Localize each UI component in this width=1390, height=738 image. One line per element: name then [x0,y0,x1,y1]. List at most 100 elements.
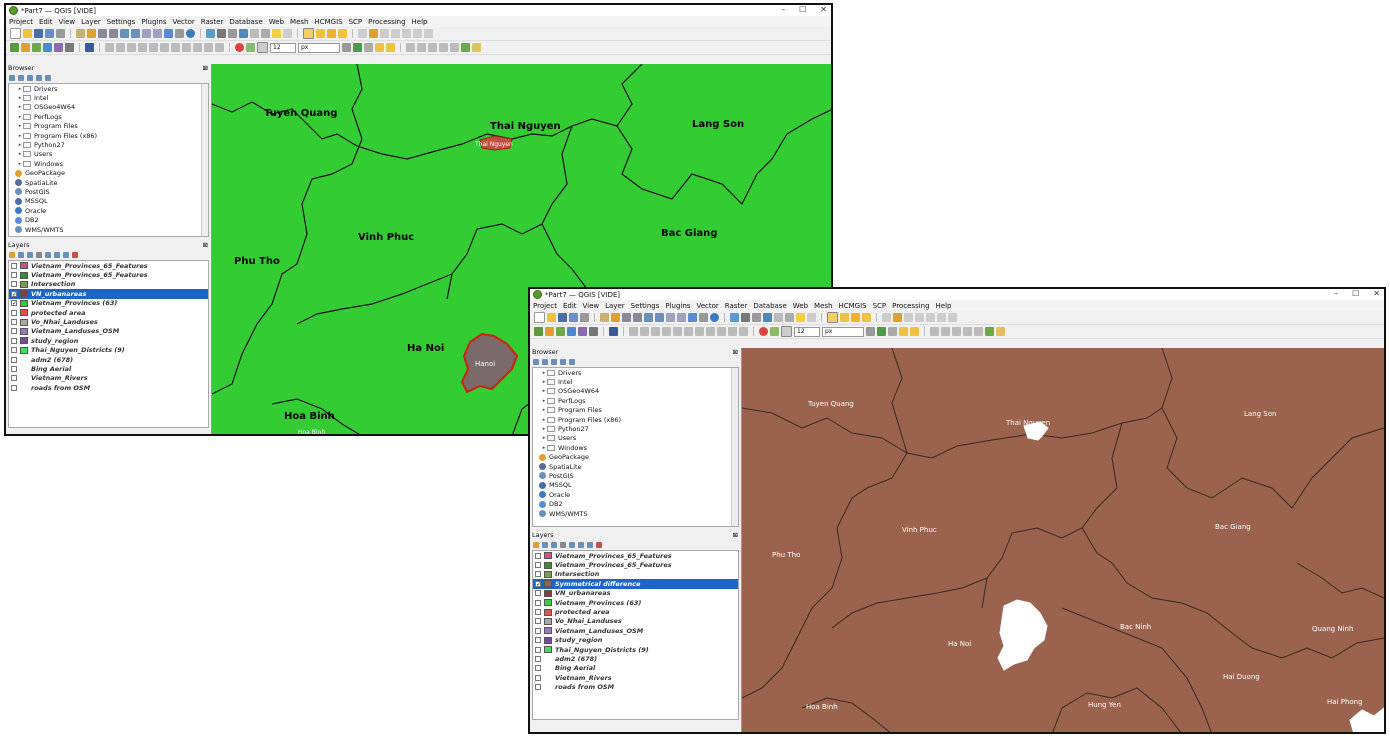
save-as-icon[interactable] [569,313,578,322]
annotation-icon[interactable] [796,313,805,322]
browser-item[interactable]: MSSQL [533,481,738,490]
deselect-icon[interactable] [840,313,849,322]
info-icon[interactable] [569,359,575,365]
edit-pencil-icon[interactable] [369,29,378,38]
filter-expression-icon[interactable] [45,252,51,258]
plugin-3-icon[interactable] [428,43,437,52]
temporal-icon[interactable] [699,313,708,322]
layer-visibility-checkbox[interactable] [11,328,17,335]
zoom-last-icon[interactable] [666,313,675,322]
browser-item[interactable]: ▸ Program Files [533,406,738,415]
menu-project[interactable]: Project [533,302,557,310]
menu-scp[interactable]: SCP [349,18,363,26]
new-project-icon[interactable] [10,28,21,39]
expand-all-icon[interactable] [54,252,60,258]
refresh-icon[interactable] [710,313,719,322]
vertex-tool-icon[interactable] [640,327,649,336]
layer-visibility-checkbox[interactable] [535,684,541,691]
add-delimited-icon[interactable] [32,43,41,52]
layer-visibility-checkbox[interactable] [11,262,17,269]
label-size-icon[interactable] [257,42,268,53]
maximize-icon[interactable]: ☐ [799,5,806,14]
move-feature-icon[interactable] [160,43,169,52]
menu-mesh[interactable]: Mesh [290,18,308,26]
sum-icon[interactable] [774,313,783,322]
label-tool-icon[interactable] [380,29,389,38]
digitize-icon[interactable] [358,29,367,38]
browser-scrollbar[interactable] [201,84,208,236]
add-line-icon[interactable] [662,327,671,336]
layer-item[interactable]: adm2 (678) [533,654,738,663]
layer-visibility-checkbox[interactable] [535,637,541,644]
print-layout-icon[interactable] [580,313,589,322]
layer-visibility-checkbox[interactable] [535,618,541,625]
print-layout-icon[interactable] [56,29,65,38]
layer-item[interactable]: roads from OSM [533,682,738,691]
layer-visibility-checkbox[interactable] [11,319,17,326]
browser-item[interactable]: DB2 [9,215,208,224]
add-selected-icon[interactable] [542,359,548,365]
save-project-icon[interactable] [34,29,43,38]
menu-view[interactable]: View [59,18,76,26]
filter-legend-icon[interactable] [36,252,42,258]
zoom-out-icon[interactable] [633,313,642,322]
label-rotate-icon[interactable] [937,313,946,322]
menu-web[interactable]: Web [793,302,808,310]
refresh-icon[interactable] [9,75,15,81]
browser-item[interactable]: DB2 [533,499,738,508]
label-pin-icon[interactable] [391,29,400,38]
panel-close-icon[interactable]: ⊠ [733,531,738,540]
add-wms-icon[interactable] [54,43,63,52]
layer-item[interactable]: Vietnam_Provinces_65_Features [9,270,208,279]
zoom-layer-icon[interactable] [655,313,664,322]
add-delimited-icon[interactable] [556,327,565,336]
plugin-4-icon[interactable] [963,327,972,336]
layer-item[interactable]: Intersection [533,570,738,579]
layer-visibility-checkbox[interactable]: ✓ [11,300,17,307]
copy-feature-icon[interactable] [717,327,726,336]
layer-item[interactable]: ✓ VN_urbanareas [9,289,208,299]
layer-visibility-checkbox[interactable] [11,384,17,391]
sum-icon[interactable] [250,29,259,38]
panel-close-icon[interactable]: ⊠ [733,348,738,357]
minimize-icon[interactable]: – [781,5,785,14]
field-calculator-icon[interactable] [228,29,237,38]
identify-icon[interactable] [730,313,739,322]
refresh-icon[interactable] [186,29,195,38]
collapse-icon[interactable] [36,75,42,81]
layer-visibility-checkbox[interactable] [11,281,17,288]
filter-icon[interactable] [551,359,557,365]
delete-feature-icon[interactable] [695,327,704,336]
snap-z-icon[interactable] [910,327,919,336]
remove-layer-icon[interactable] [596,542,602,548]
add-layer-icon[interactable] [10,43,19,52]
browser-item[interactable]: ▸ Intel [533,377,738,386]
collapse-all-icon[interactable] [63,252,69,258]
new-project-icon[interactable] [534,312,545,323]
unit-dropdown[interactable]: px [822,326,864,337]
layer-item[interactable]: Vietnam_Provinces_65_Features [533,560,738,569]
vertex-tool-icon[interactable] [116,43,125,52]
browser-item[interactable]: ▸ Drivers [533,368,738,377]
browser-item[interactable]: PostGIS [533,471,738,480]
browser-item[interactable]: ▸ OSGeo4W64 [9,103,208,112]
select-by-value-icon[interactable] [327,29,336,38]
filter-legend-icon[interactable] [560,542,566,548]
menu-database[interactable]: Database [229,18,262,26]
browser-item[interactable]: MSSQL [9,197,208,206]
zoom-full-icon[interactable] [644,313,653,322]
maximize-icon[interactable]: ☐ [1352,289,1359,298]
undo-icon[interactable] [739,327,748,336]
layer-visibility-checkbox[interactable] [535,552,541,559]
zoom-out-icon[interactable] [109,29,118,38]
browser-item[interactable]: ▸ Windows [9,159,208,168]
snap-icon[interactable] [866,327,875,336]
menu-help[interactable]: Help [412,18,428,26]
add-point-icon[interactable] [651,327,660,336]
info-icon[interactable] [45,75,51,81]
temporal-icon[interactable] [175,29,184,38]
menu-edit[interactable]: Edit [563,302,577,310]
browser-item[interactable]: PostGIS [9,187,208,196]
menu-layer[interactable]: Layer [605,302,625,310]
zoom-layer-icon[interactable] [131,29,140,38]
